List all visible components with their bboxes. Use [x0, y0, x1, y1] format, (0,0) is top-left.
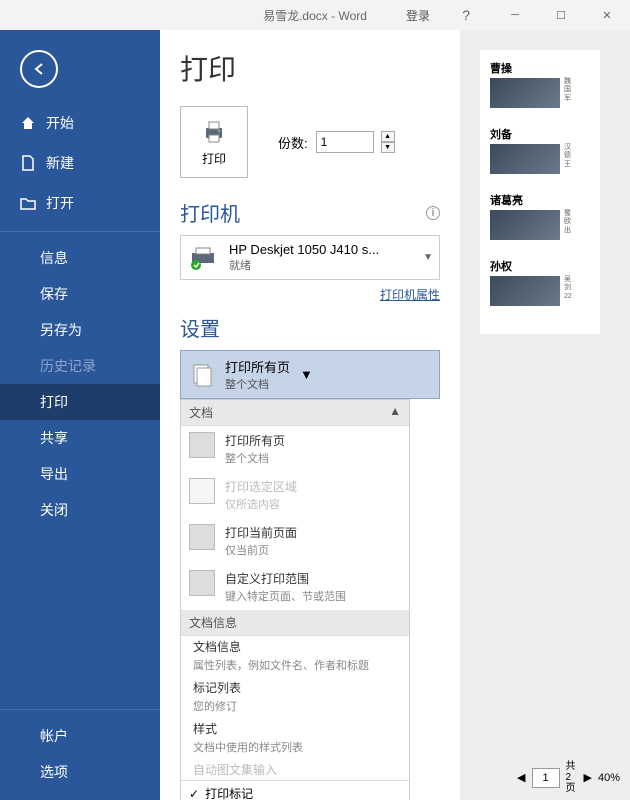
- printer-icon: [200, 118, 228, 146]
- dd-autotext: 自动图文集输入: [181, 759, 409, 780]
- dd-header-document: 文档: [189, 404, 213, 421]
- preview-page: 曹操魏国军 刘备汉德王 诸葛亮蜀欧出 孙权吴剑22: [480, 50, 600, 334]
- dd-item-current[interactable]: 打印当前页面仅当前页: [181, 518, 409, 564]
- close-button[interactable]: ✕: [584, 0, 630, 30]
- pages-icon: [189, 362, 215, 388]
- printer-ready-icon: [189, 245, 219, 271]
- printer-properties-link[interactable]: 打印机属性: [180, 286, 440, 303]
- printer-select[interactable]: HP Deskjet 1050 J410 s...就绪 ▼: [180, 235, 440, 280]
- dd-item-all[interactable]: 打印所有页整个文档: [181, 426, 409, 472]
- page-number-input[interactable]: [532, 768, 560, 788]
- dd-docinfo-sub: 属性列表，例如文件名、作者和标题: [181, 657, 409, 677]
- print-range-select[interactable]: 打印所有页整个文档 ▼: [180, 350, 440, 399]
- settings-sub: 整个文档: [225, 376, 290, 392]
- help-button[interactable]: ?: [462, 7, 470, 23]
- nav-export[interactable]: 导出: [0, 456, 160, 492]
- print-range-dropdown: 文档 ▲ 打印所有页整个文档 打印选定区域仅所选内容 打印当前页面仅当前页 自定义…: [180, 399, 410, 800]
- preview-person: 刘备汉德王: [490, 126, 600, 176]
- divider: [0, 231, 160, 232]
- nav-saveas[interactable]: 另存为: [0, 312, 160, 348]
- copies-input[interactable]: [316, 131, 374, 153]
- nav-save[interactable]: 保存: [0, 276, 160, 312]
- printer-name: HP Deskjet 1050 J410 s...: [229, 242, 379, 257]
- zoom-level: 40%: [598, 772, 620, 784]
- preview-pane: 曹操魏国军 刘备汉德王 诸葛亮蜀欧出 孙权吴剑22 ◀ 共 2 页 ▶ 40%: [460, 30, 630, 800]
- back-button[interactable]: [20, 50, 58, 88]
- login-link[interactable]: 登录: [406, 7, 430, 24]
- copies-down[interactable]: ▼: [381, 142, 395, 153]
- nav-close[interactable]: 关闭: [0, 492, 160, 528]
- dd-print-markup[interactable]: ✓打印标记: [181, 781, 409, 800]
- dd-header-docinfo: 文档信息: [181, 610, 409, 636]
- titlebar: 易雪龙.docx - Word 登录 ? ─ ☐ ✕: [0, 0, 630, 30]
- check-icon: ✓: [189, 787, 199, 800]
- preview-person: 曹操魏国军: [490, 60, 600, 110]
- nav-home[interactable]: 开始: [0, 103, 160, 143]
- nav-options[interactable]: 选项: [0, 754, 160, 790]
- dd-item-custom[interactable]: 自定义打印范围键入特定页面、节或范围: [181, 564, 409, 610]
- preview-person: 诸葛亮蜀欧出: [490, 192, 600, 242]
- chevron-down-icon: ▼: [300, 367, 313, 382]
- chevron-down-icon: ▼: [423, 252, 433, 263]
- preview-person: 孙权吴剑22: [490, 258, 600, 308]
- copies-up[interactable]: ▲: [381, 131, 395, 142]
- nav-open[interactable]: 打开: [0, 183, 160, 223]
- dd-styles-sub: 文档中使用的样式列表: [181, 739, 409, 759]
- maximize-button[interactable]: ☐: [538, 0, 584, 30]
- page-next[interactable]: ▶: [584, 771, 592, 784]
- copies-label: 份数:: [278, 133, 308, 152]
- nav-history: 历史记录: [0, 348, 160, 384]
- settings-main: 打印所有页: [225, 357, 290, 376]
- nav-share[interactable]: 共享: [0, 420, 160, 456]
- dd-docinfo[interactable]: 文档信息: [181, 636, 409, 657]
- filename: 易雪龙.docx - Word: [263, 7, 367, 24]
- print-panel: 打印 打印 份数: ▲▼ 打印机i HP Deskjet 1050 J410 s…: [160, 30, 460, 800]
- print-button[interactable]: 打印: [180, 106, 248, 178]
- page-total: 共 2 页: [566, 761, 578, 794]
- dd-item-selection: 打印选定区域仅所选内容: [181, 472, 409, 518]
- printer-info-icon[interactable]: i: [426, 206, 440, 220]
- dd-marklist-sub: 您的修订: [181, 698, 409, 718]
- page-prev[interactable]: ◀: [517, 771, 525, 784]
- page-title: 打印: [180, 48, 440, 88]
- printer-status: 就绪: [229, 257, 379, 273]
- nav-account[interactable]: 帐户: [0, 718, 160, 754]
- dd-styles[interactable]: 样式: [181, 718, 409, 739]
- nav-new[interactable]: 新建: [0, 143, 160, 183]
- dd-scroll-up[interactable]: ▲: [389, 404, 401, 421]
- nav-print[interactable]: 打印: [0, 384, 160, 420]
- nav-info[interactable]: 信息: [0, 240, 160, 276]
- minimize-button[interactable]: ─: [492, 0, 538, 30]
- dd-marklist[interactable]: 标记列表: [181, 677, 409, 698]
- printer-section-title: 打印机: [180, 198, 240, 227]
- settings-section-title: 设置: [180, 313, 220, 342]
- divider: [0, 709, 160, 710]
- sidebar: 开始 新建 打开 信息 保存 另存为 历史记录 打印 共享 导出 关闭 帐户 选…: [0, 30, 160, 800]
